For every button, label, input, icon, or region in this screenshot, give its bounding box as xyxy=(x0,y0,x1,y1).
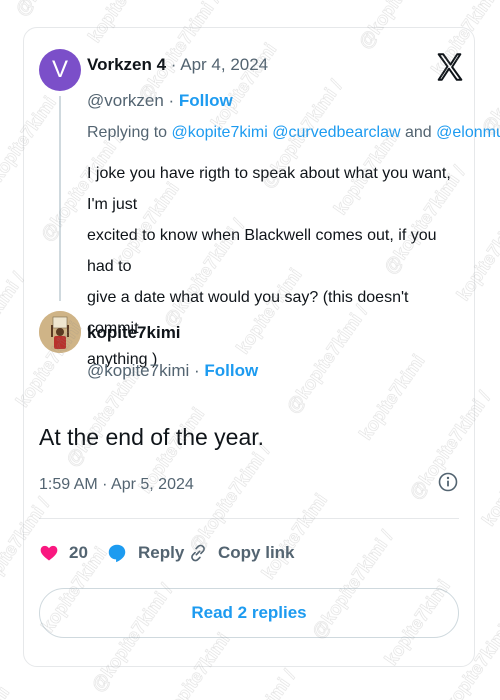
avatar[interactable]: V xyxy=(39,49,81,91)
reply-display-name[interactable]: kopite7kimi xyxy=(87,323,181,343)
separator-dot: · xyxy=(166,55,181,74)
reply-button[interactable]: Reply xyxy=(106,541,184,565)
separator-dot: · xyxy=(163,91,179,110)
original-handle-line: @vorkzen · Follow xyxy=(87,91,233,111)
copy-link-label: Copy link xyxy=(218,543,295,562)
x-logo-icon[interactable] xyxy=(433,50,467,84)
avatar-photo xyxy=(39,311,81,353)
divider xyxy=(39,518,459,519)
like-count: 20 xyxy=(69,543,88,562)
link-icon xyxy=(191,544,205,562)
reply-bubble-icon xyxy=(108,544,126,563)
follow-button[interactable]: Follow xyxy=(204,361,258,380)
original-author-line: Vorkzen 4 · Apr 4, 2024 xyxy=(87,55,268,75)
mention-joiner: and xyxy=(404,124,432,141)
avatar[interactable] xyxy=(39,311,81,353)
mention-link[interactable]: @kopite7kimi xyxy=(172,124,268,141)
mention-link[interactable]: @curvedbearclaw xyxy=(272,124,400,141)
replying-prefix: Replying to xyxy=(87,124,168,141)
timestamp[interactable]: 1:59 AM · Apr 5, 2024 xyxy=(39,476,194,494)
reply-handle-line: @kopite7kimi · Follow xyxy=(87,361,258,381)
replying-to: Replying to @kopite7kimi @curvedbearclaw… xyxy=(87,124,500,142)
tweet-text-line: I joke you have rigth to speak about wha… xyxy=(87,165,451,213)
reply-handle[interactable]: @kopite7kimi xyxy=(87,361,189,380)
original-date[interactable]: Apr 4, 2024 xyxy=(180,55,268,74)
copy-link-button[interactable]: Copy link xyxy=(188,541,295,565)
read-replies-label: Read 2 replies xyxy=(191,603,307,622)
separator-dot: · xyxy=(189,361,205,380)
reply-label: Reply xyxy=(138,543,185,562)
like-button[interactable]: 20 xyxy=(39,541,88,565)
reply-tweet-text: At the end of the year. xyxy=(39,424,265,450)
thread-line xyxy=(59,96,61,301)
tweet-text-line: excited to know when Blackwell comes out… xyxy=(87,227,437,275)
follow-button[interactable]: Follow xyxy=(179,91,233,110)
original-handle[interactable]: @vorkzen xyxy=(87,91,164,110)
read-replies-button[interactable]: Read 2 replies xyxy=(39,588,459,638)
heart-icon xyxy=(40,545,58,561)
original-display-name[interactable]: Vorkzen 4 xyxy=(87,55,166,74)
mention-link[interactable]: @elonmusk xyxy=(436,124,500,141)
info-icon[interactable] xyxy=(438,472,458,492)
avatar-letter: V xyxy=(51,56,68,83)
